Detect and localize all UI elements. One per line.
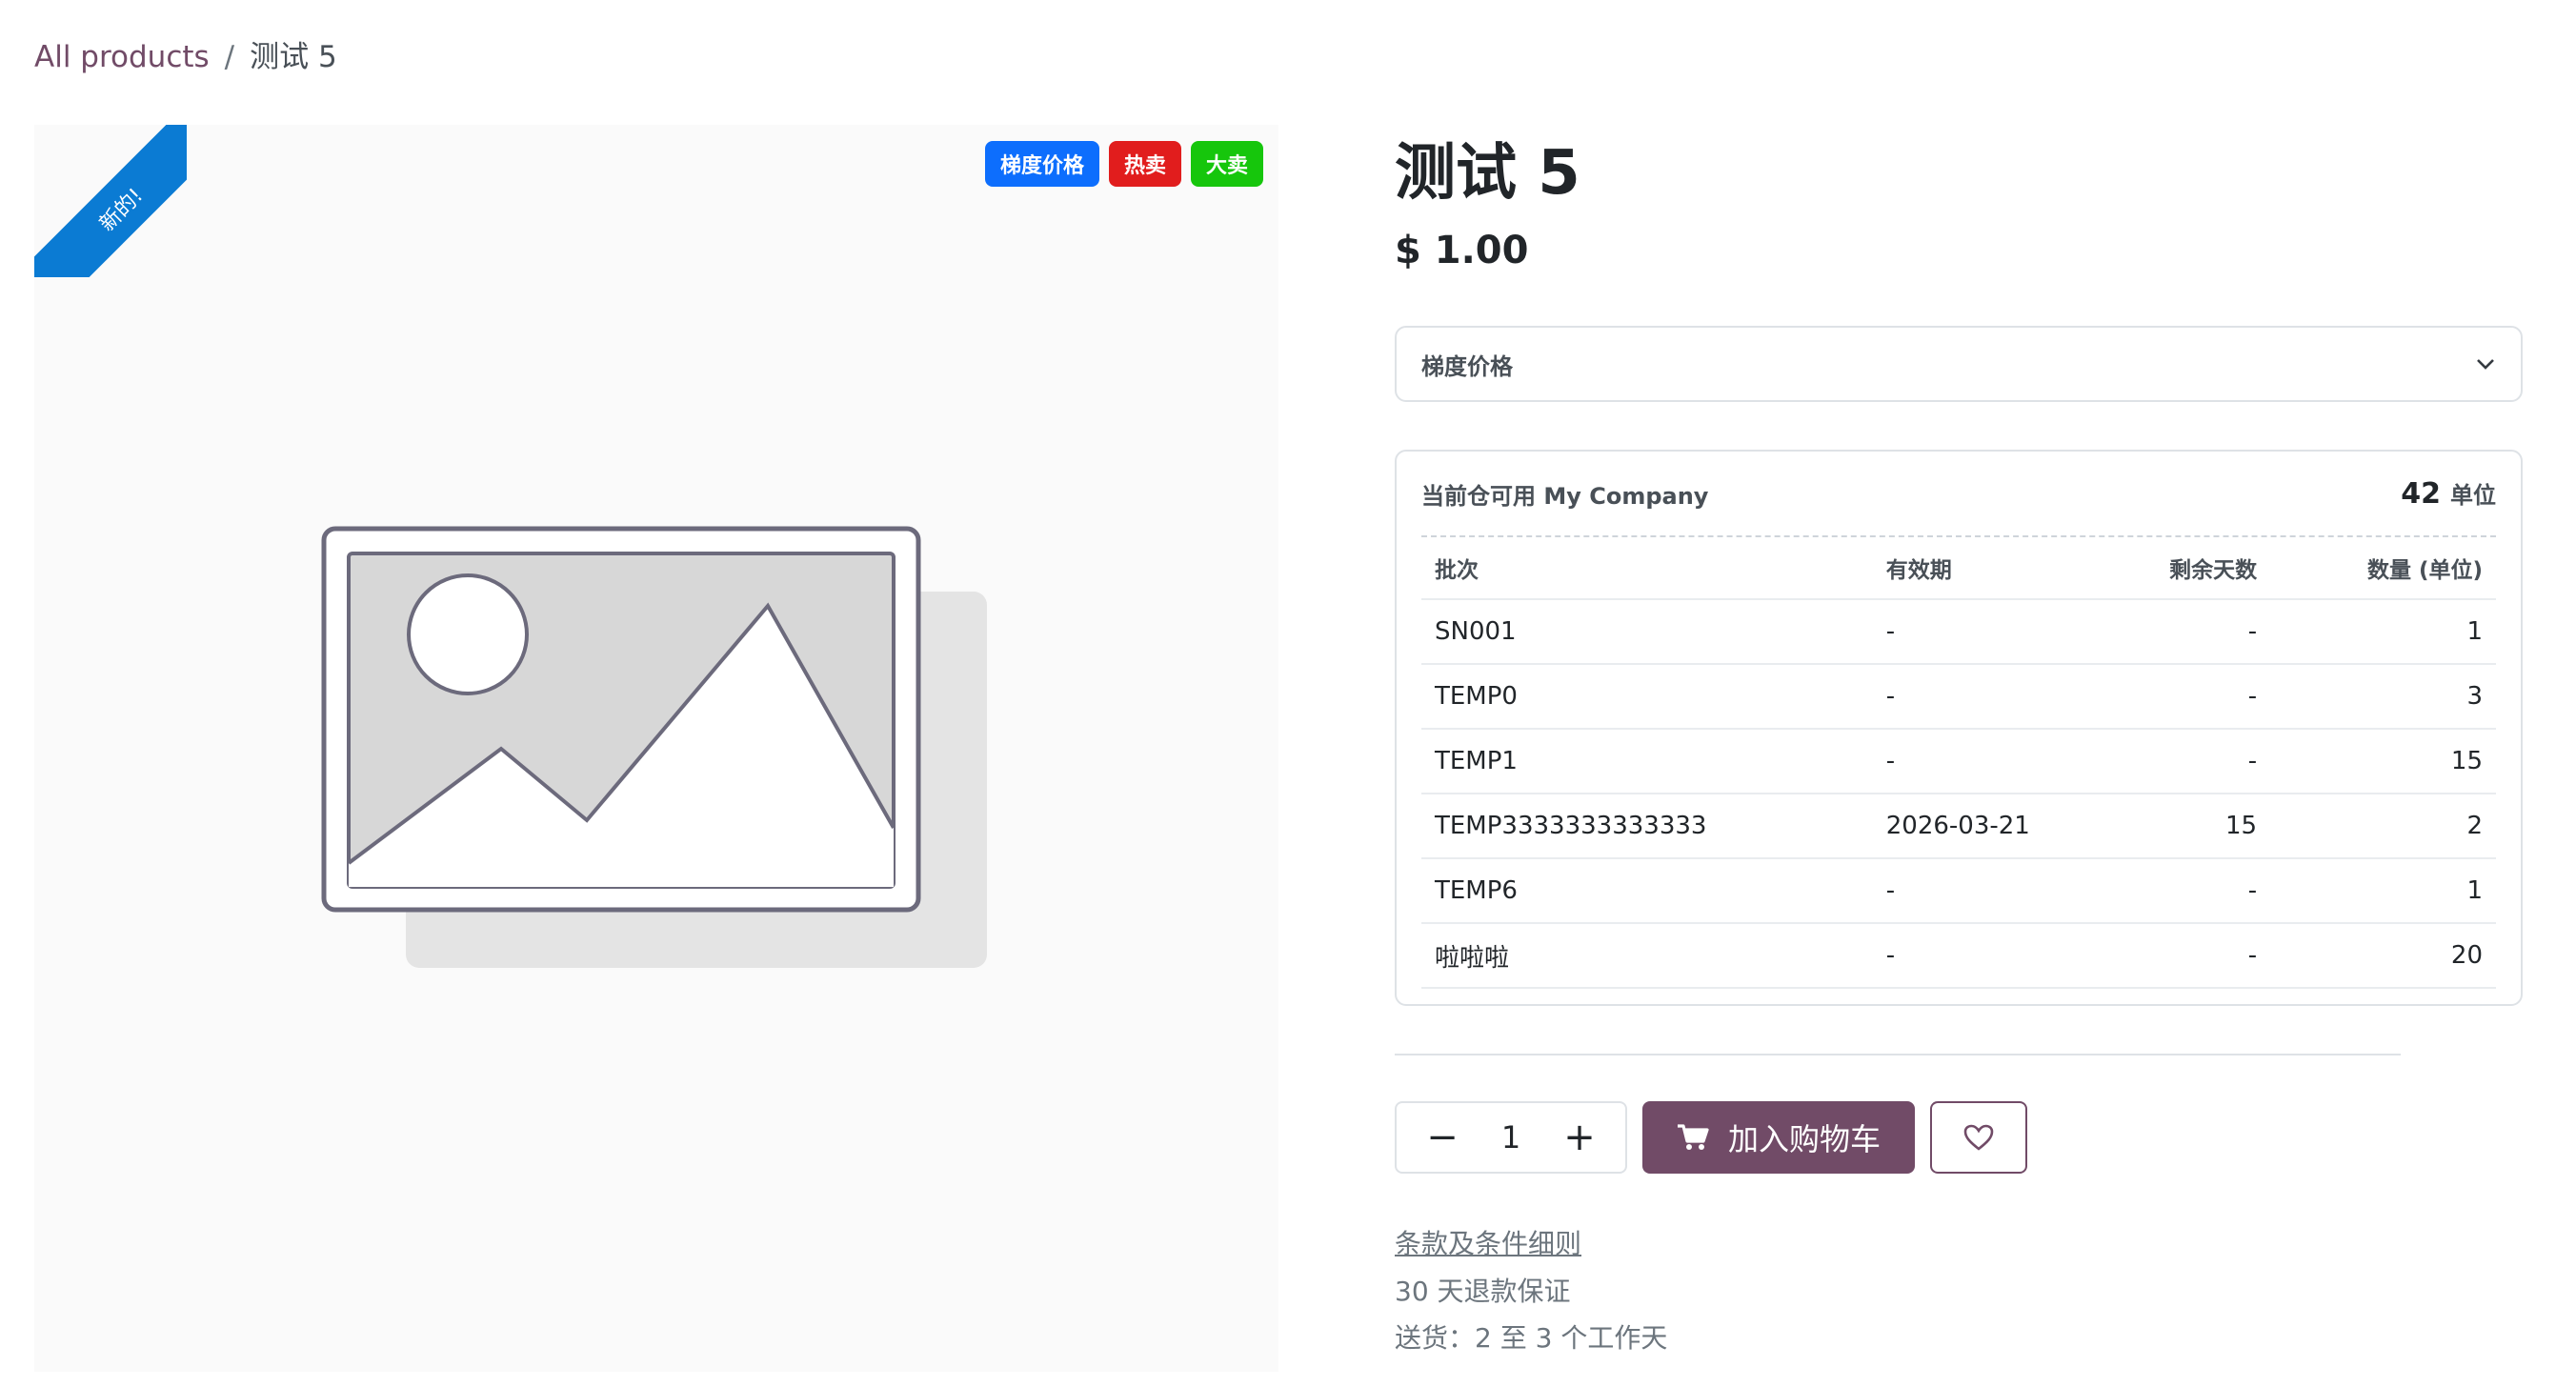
stock-header: 当前仓可用 My Company 42 单位 [1421,452,2496,537]
cell-expiry: 2026-03-21 [1872,794,2088,859]
cell-expiry: - [1872,729,2088,794]
cell-qty: 2 [2270,794,2496,859]
new-ribbon: 新的! [34,125,187,277]
breadcrumb: All products / 测试 5 [34,34,337,80]
lot-table-header: 批次 有效期 剩余天数 数量 (单位) [1421,537,2496,600]
image-placeholder-icon [321,526,987,968]
quantity-input[interactable] [1480,1118,1541,1156]
tier-price-dropdown[interactable]: 梯度价格 [1395,326,2523,402]
cell-days-left: - [2087,664,2271,730]
table-row: TEMP3333333333333 2026-03-21 15 2 [1421,794,2496,859]
cell-lot: TEMP0 [1421,664,1873,730]
col-days-left: 剩余天数 [2087,537,2271,600]
cell-qty: 1 [2270,599,2496,665]
stock-location: 当前仓可用 My Company [1421,482,1709,510]
cart-icon [1677,1124,1709,1150]
cell-days-left: - [2087,858,2271,924]
cell-qty: 15 [2270,729,2496,794]
section-divider [1395,1054,2401,1055]
product-title: 测试 5 [1395,138,1580,209]
cell-expiry: - [1872,858,2088,924]
new-ribbon-label: 新的! [34,125,187,277]
cell-qty: 3 [2270,664,2496,730]
col-expiry: 有效期 [1872,537,2088,600]
money-back-guarantee: 30 天退款保证 [1395,1276,1571,1307]
cell-lot: TEMP6 [1421,858,1873,924]
table-row: TEMP1 - - 15 [1421,729,2496,794]
table-row: TEMP0 - - 3 [1421,664,2496,730]
cell-expiry: - [1872,923,2088,989]
quantity-stepper: − + [1395,1101,1627,1174]
badge-hot-sale: 热卖 [1108,141,1181,187]
lot-table: 批次 有效期 剩余天数 数量 (单位) SN001 - - 1 TEMP0 - … [1421,537,2496,989]
heart-icon [1963,1124,1994,1151]
cell-days-left: - [2087,599,2271,665]
badge-best-seller: 大卖 [1190,141,1263,187]
product-price: $ 1.00 [1395,229,1529,272]
cell-lot: SN001 [1421,599,1873,665]
cell-lot: TEMP1 [1421,729,1873,794]
product-badges: 梯度价格 热卖 大卖 [984,141,1263,187]
cell-expiry: - [1872,664,2088,730]
col-lot: 批次 [1421,537,1873,600]
table-row: SN001 - - 1 [1421,599,2496,665]
add-to-cart-button[interactable]: 加入购物车 [1642,1101,1915,1174]
cell-expiry: - [1872,599,2088,665]
terms-link[interactable]: 条款及条件细则 [1395,1223,1581,1261]
breadcrumb-all-products-link[interactable]: All products [34,34,210,80]
product-image-area[interactable]: 新的! 梯度价格 热卖 大卖 [34,125,1278,1372]
breadcrumb-separator: / [224,40,235,74]
wishlist-button[interactable] [1930,1101,2027,1174]
badge-tier-price: 梯度价格 [984,141,1099,187]
cell-qty: 20 [2270,923,2496,989]
cell-days-left: - [2087,729,2271,794]
tier-price-label: 梯度价格 [1421,352,1513,380]
cell-days-left: 15 [2087,794,2271,859]
stock-total-qty: 42 [2401,477,2441,511]
table-row: 啦啦啦 - - 20 [1421,923,2496,989]
table-row: TEMP6 - - 1 [1421,858,2496,924]
cell-qty: 1 [2270,858,2496,924]
cell-days-left: - [2087,923,2271,989]
quantity-plus-button[interactable]: + [1560,1116,1599,1159]
shipping-info: 送货：2 至 3 个工作天 [1395,1322,1668,1354]
breadcrumb-current: 测试 5 [250,40,337,74]
chevron-down-icon [2477,359,2494,370]
stock-card: 当前仓可用 My Company 42 单位 批次 有效期 剩余天数 数量 (单位… [1395,450,2523,1006]
stock-total-unit: 单位 [2450,482,2496,509]
col-qty: 数量 (单位) [2270,537,2496,600]
add-to-cart-label: 加入购物车 [1727,1121,1881,1157]
stock-total: 42 单位 [2401,476,2496,511]
cell-lot: TEMP3333333333333 [1421,794,1873,859]
quantity-minus-button[interactable]: − [1423,1116,1461,1159]
cell-lot: 啦啦啦 [1421,923,1873,989]
